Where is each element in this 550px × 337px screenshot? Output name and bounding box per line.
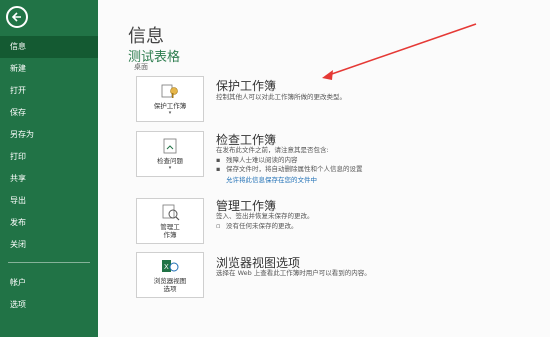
check-issues-label: 检查问题 <box>157 157 183 165</box>
manage-workbook-button[interactable]: 管理工 作簿 <box>136 198 204 244</box>
manage-note: 没有任何未保存的更改。 <box>226 222 298 230</box>
back-arrow-icon[interactable] <box>6 6 28 28</box>
info-pane: 信息 测试表格 桌面 保护工作簿 ▾ 保护工作簿 控制其他人可以对此工作簿所做的… <box>98 0 550 337</box>
nav-item-open[interactable]: 打开 <box>0 80 98 102</box>
browser-desc: 选择在 Web 上查看此工作簿时用户可以看到的内容。 <box>216 269 371 277</box>
inspect-document-icon <box>163 138 177 154</box>
backstage-nav-bottom: 帐户 选项 <box>0 272 98 316</box>
protect-workbook-button[interactable]: 保护工作簿 ▾ <box>136 76 204 122</box>
manage-label-line1: 管理工 <box>160 223 180 231</box>
svg-text:X: X <box>164 264 169 271</box>
browser-label-line1: 浏览器视图 <box>153 277 187 285</box>
nav-item-new[interactable]: 新建 <box>0 58 98 80</box>
check-issues-button[interactable]: 检查问题 ▾ <box>136 131 204 177</box>
nav-item-save-as[interactable]: 另存为 <box>0 124 98 146</box>
allow-save-info-link[interactable]: 允许将此信息保存在您的文件中 <box>226 174 317 184</box>
chevron-down-icon: ▾ <box>168 110 172 116</box>
browser-view-icon: X <box>162 260 179 272</box>
protect-button-label: 保护工作簿 <box>153 102 187 110</box>
nav-item-publish[interactable]: 发布 <box>0 212 98 234</box>
protect-desc: 控制其他人可以对此工作簿所做的更改类型。 <box>216 93 346 101</box>
bullet-marker: ▪ <box>216 165 221 173</box>
nav-item-close[interactable]: 关闭 <box>0 234 98 256</box>
nav-divider <box>8 262 90 263</box>
browser-label-line2: 选项 <box>163 285 177 293</box>
manage-label-line2: 作簿 <box>163 231 177 239</box>
inspect-bullet-1: 残障人士难以阅读的内容 <box>226 156 298 164</box>
nav-item-save[interactable]: 保存 <box>0 102 98 124</box>
backstage-sidebar: 信息 新建 打开 保存 另存为 打印 共享 导出 发布 关闭 帐户 选项 <box>0 0 98 337</box>
nav-item-print[interactable]: 打印 <box>0 146 98 168</box>
document-icon: ▫ <box>216 222 221 230</box>
backstage-nav: 信息 新建 打开 保存 另存为 打印 共享 导出 发布 关闭 <box>0 36 98 256</box>
browser-view-options-button[interactable]: X 浏览器视图 选项 <box>136 252 204 298</box>
nav-item-export[interactable]: 导出 <box>0 190 98 212</box>
file-location[interactable]: 桌面 <box>134 62 148 72</box>
manage-document-icon <box>162 204 180 221</box>
page-title: 信息 <box>128 26 164 47</box>
lock-key-icon <box>161 84 178 98</box>
manage-desc: 签入、签出并恢复未保存的更改。 <box>216 212 314 220</box>
inspect-bullet-2: 保存文件时，将自动删除属性和个人信息的设置 <box>226 165 363 173</box>
nav-item-share[interactable]: 共享 <box>0 168 98 190</box>
nav-item-options[interactable]: 选项 <box>0 294 98 316</box>
nav-item-info[interactable]: 信息 <box>0 36 98 58</box>
inspect-desc: 在发布此文件之前，请注意其是否包含: <box>216 146 329 154</box>
nav-item-account[interactable]: 帐户 <box>0 272 98 294</box>
bullet-marker: ▪ <box>216 156 221 164</box>
chevron-down-icon: ▾ <box>168 165 172 171</box>
protect-title: 保护工作簿 <box>216 79 277 93</box>
